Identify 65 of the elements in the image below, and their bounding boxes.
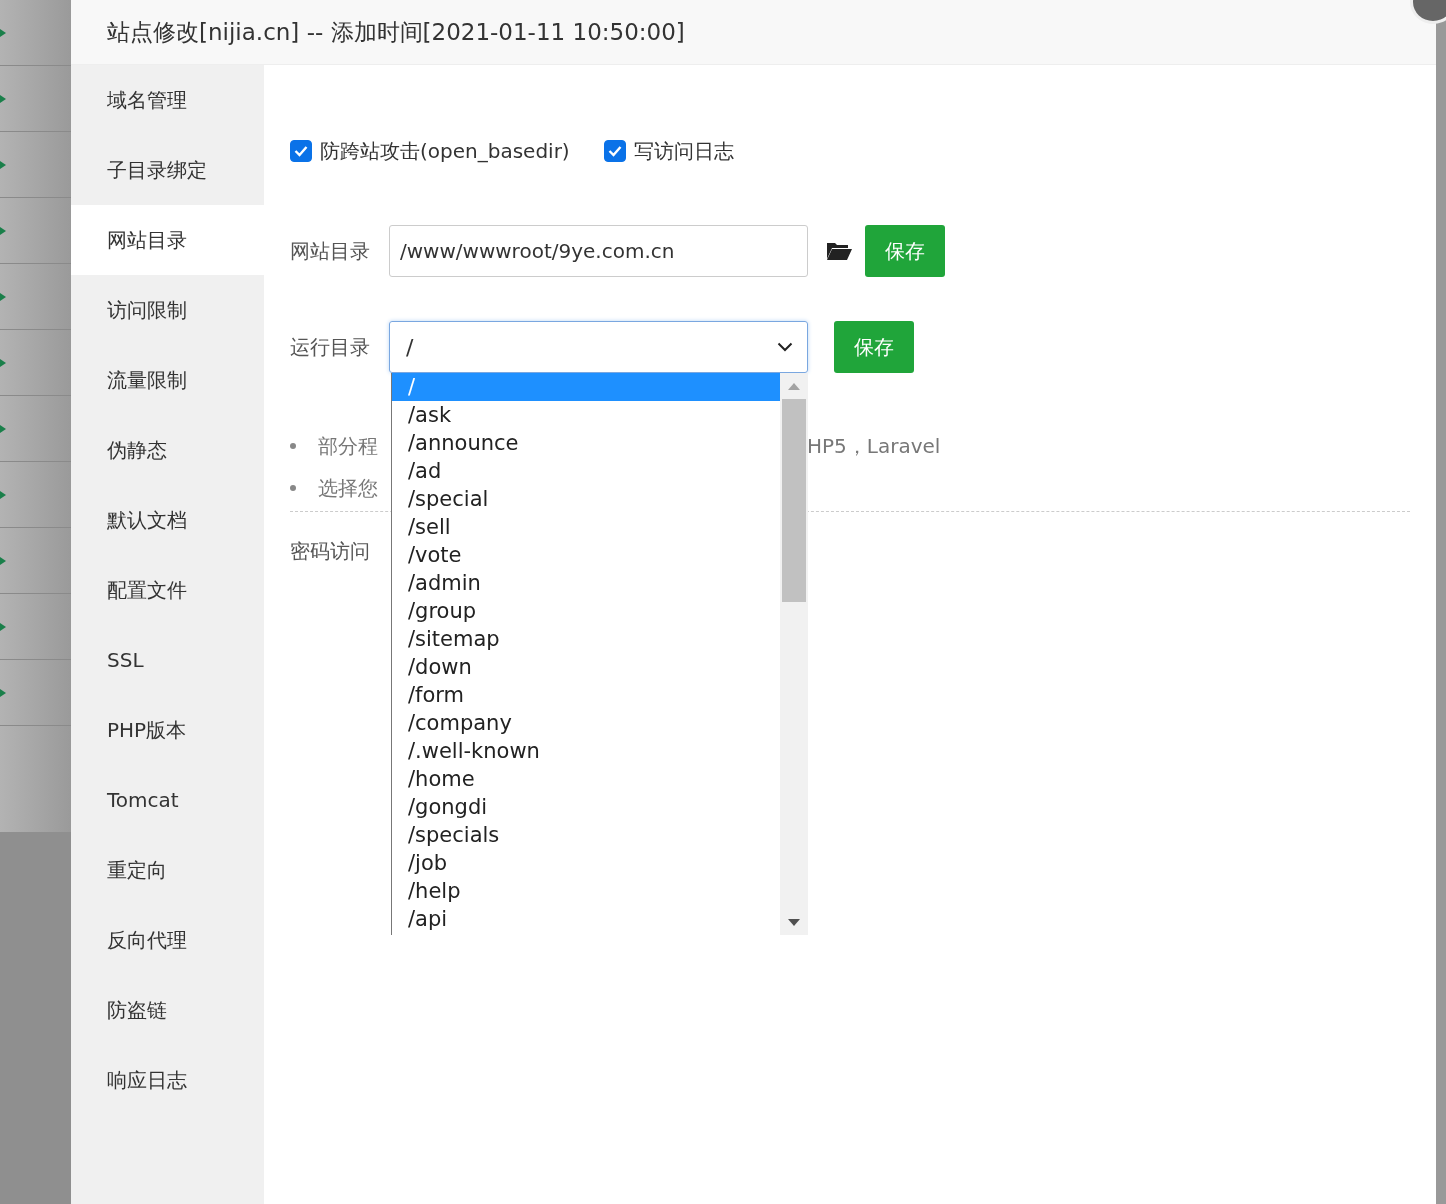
dropdown-option[interactable]: /ad — [392, 457, 780, 485]
arrow-icon — [0, 489, 6, 500]
arrow-icon — [0, 357, 6, 368]
arrow-icon — [0, 621, 6, 632]
sidebar-item[interactable]: 子目录绑定 — [71, 135, 264, 205]
chevron-icon — [777, 342, 793, 352]
section-label: 密码访问 — [290, 538, 370, 565]
sidebar-item[interactable]: 重定向 — [71, 835, 264, 905]
sidebar-item[interactable]: PHP版本 — [71, 695, 264, 765]
sidebar-item[interactable]: 防盗链 — [71, 975, 264, 1045]
dropdown-option[interactable]: /special — [392, 485, 780, 513]
dropdown-option[interactable]: /company — [392, 709, 780, 737]
bullet-icon — [290, 443, 296, 449]
dropdown-option[interactable]: /down — [392, 653, 780, 681]
dropdown-option[interactable]: /gongdi — [392, 793, 780, 821]
dropdown-option[interactable]: /announce — [392, 429, 780, 457]
bullet-icon — [290, 485, 296, 491]
field-label: 运行目录 — [290, 333, 371, 361]
sidebar-item[interactable]: 伪静态 — [71, 415, 264, 485]
dropdown-option[interactable]: /help — [392, 877, 780, 905]
arrow-icon — [0, 93, 6, 104]
scrollbar[interactable] — [780, 373, 808, 935]
window-title: 站点修改[nijia.cn] -- 添加时间[2021-01-11 10:50:00] — [107, 17, 685, 47]
dropdown-option[interactable]: /group — [392, 597, 780, 625]
sidebar-item[interactable]: 默认文档 — [71, 485, 264, 555]
dropdown[interactable]: / — [389, 321, 808, 373]
sidebar-item[interactable]: 反向代理 — [71, 905, 264, 975]
field-label: 网站目录 — [290, 237, 371, 265]
arrow-icon — [0, 225, 6, 236]
checkbox-label: 防跨站攻击(open_basedir) — [320, 137, 570, 165]
dropdown-option[interactable]: /home — [392, 765, 780, 793]
arrow-icon — [0, 555, 6, 566]
dropdown-option[interactable]: /admin — [392, 569, 780, 597]
dropdown-option[interactable]: /.well-known — [392, 737, 780, 765]
arrow-icon — [0, 687, 6, 698]
sidebar-item[interactable]: 配置文件 — [71, 555, 264, 625]
arrow-icon — [0, 423, 6, 434]
sidebar-item[interactable]: 访问限制 — [71, 275, 264, 345]
dropdown-option[interactable]: /form — [392, 681, 780, 709]
dropdown-option[interactable]: /ask — [392, 401, 780, 429]
folder-icon[interactable] — [826, 241, 853, 261]
sidebar-item[interactable]: 域名管理 — [71, 65, 264, 135]
scroll-down-icon[interactable] — [788, 919, 800, 926]
checkmark-icon — [294, 145, 308, 157]
sidebar-item[interactable]: 网站目录 — [71, 205, 264, 275]
dropdown-option[interactable]: /sell — [392, 513, 780, 541]
note-text: HP5，Laravel — [807, 432, 941, 460]
checkbox[interactable] — [603, 140, 626, 162]
sidebar-item[interactable]: 响应日志 — [71, 1045, 264, 1115]
sidebar-item[interactable]: 流量限制 — [71, 345, 264, 415]
sidebar-item[interactable]: SSL — [71, 625, 264, 695]
dropdown-option[interactable]: /vote — [392, 541, 780, 569]
dropdown-option[interactable]: /api — [392, 905, 780, 933]
dropdown-option[interactable]: /specials — [392, 821, 780, 849]
checkbox-label: 写访问日志 — [633, 137, 734, 165]
sidebar-item[interactable]: Tomcat — [71, 765, 264, 835]
scrollbar-thumb[interactable] — [782, 399, 806, 602]
arrow-icon — [0, 291, 6, 302]
checkmark-icon — [607, 145, 622, 157]
input-field[interactable]: /www/wwwroot/9ye.com.cn — [389, 225, 808, 277]
dropdown-option[interactable]: /job — [392, 849, 780, 877]
dropdown-option[interactable]: /sitemap — [392, 625, 780, 653]
arrow-icon — [0, 27, 6, 38]
checkbox[interactable] — [290, 140, 312, 162]
arrow-icon — [0, 159, 6, 170]
